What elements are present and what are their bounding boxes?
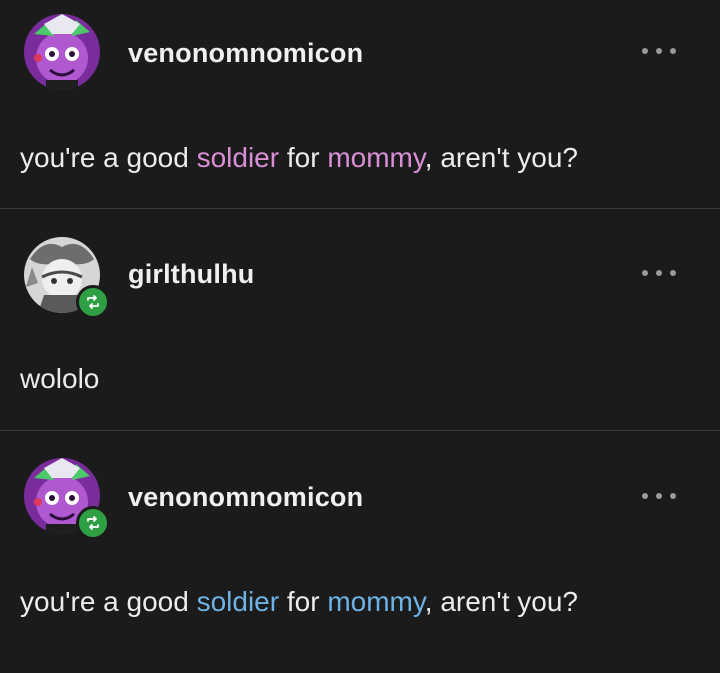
reblog-badge (76, 506, 110, 540)
text-segment: you're a good (20, 586, 197, 617)
reblog-post-3: venonomnomicon you're a good soldier for… (0, 431, 720, 673)
dot (670, 493, 676, 499)
highlighted-word: mommy (327, 586, 425, 617)
username[interactable]: girlthulhu (128, 259, 254, 290)
post-body: wololo (20, 363, 100, 394)
highlighted-word: soldier (196, 586, 280, 617)
text-segment: , aren't you? (424, 142, 579, 173)
username[interactable]: venonomnomicon (128, 482, 363, 513)
avatar[interactable] (24, 237, 110, 319)
dot (642, 493, 648, 499)
more-options-icon[interactable] (642, 491, 676, 501)
reblog-post-2: girlthulhu wololo (0, 209, 720, 430)
post-body: you're a good soldier for mommy, aren't … (20, 142, 578, 174)
dot (670, 270, 676, 276)
reblog-icon (87, 295, 99, 309)
clown-avatar-icon (24, 14, 100, 90)
post-body: you're a good soldier for mommy, aren't … (20, 586, 578, 618)
reblog-icon (87, 516, 99, 530)
dot (656, 270, 662, 276)
reblog-post-1: venonomnomicon you're a good soldier for… (0, 0, 720, 208)
avatar[interactable] (24, 14, 100, 90)
highlighted-word: soldier (196, 142, 280, 173)
highlighted-word: mommy (327, 142, 425, 173)
text-segment: , aren't you? (424, 586, 579, 617)
avatar[interactable] (24, 458, 110, 540)
more-options-icon[interactable] (642, 268, 676, 278)
text-segment: for (279, 586, 328, 617)
text-segment: for (279, 142, 328, 173)
dot (642, 270, 648, 276)
dot (670, 48, 676, 54)
dot (642, 48, 648, 54)
username[interactable]: venonomnomicon (128, 38, 363, 69)
reblog-badge (76, 285, 110, 319)
text-segment: you're a good (20, 142, 197, 173)
more-options-icon[interactable] (642, 46, 676, 56)
dot (656, 48, 662, 54)
dot (656, 493, 662, 499)
